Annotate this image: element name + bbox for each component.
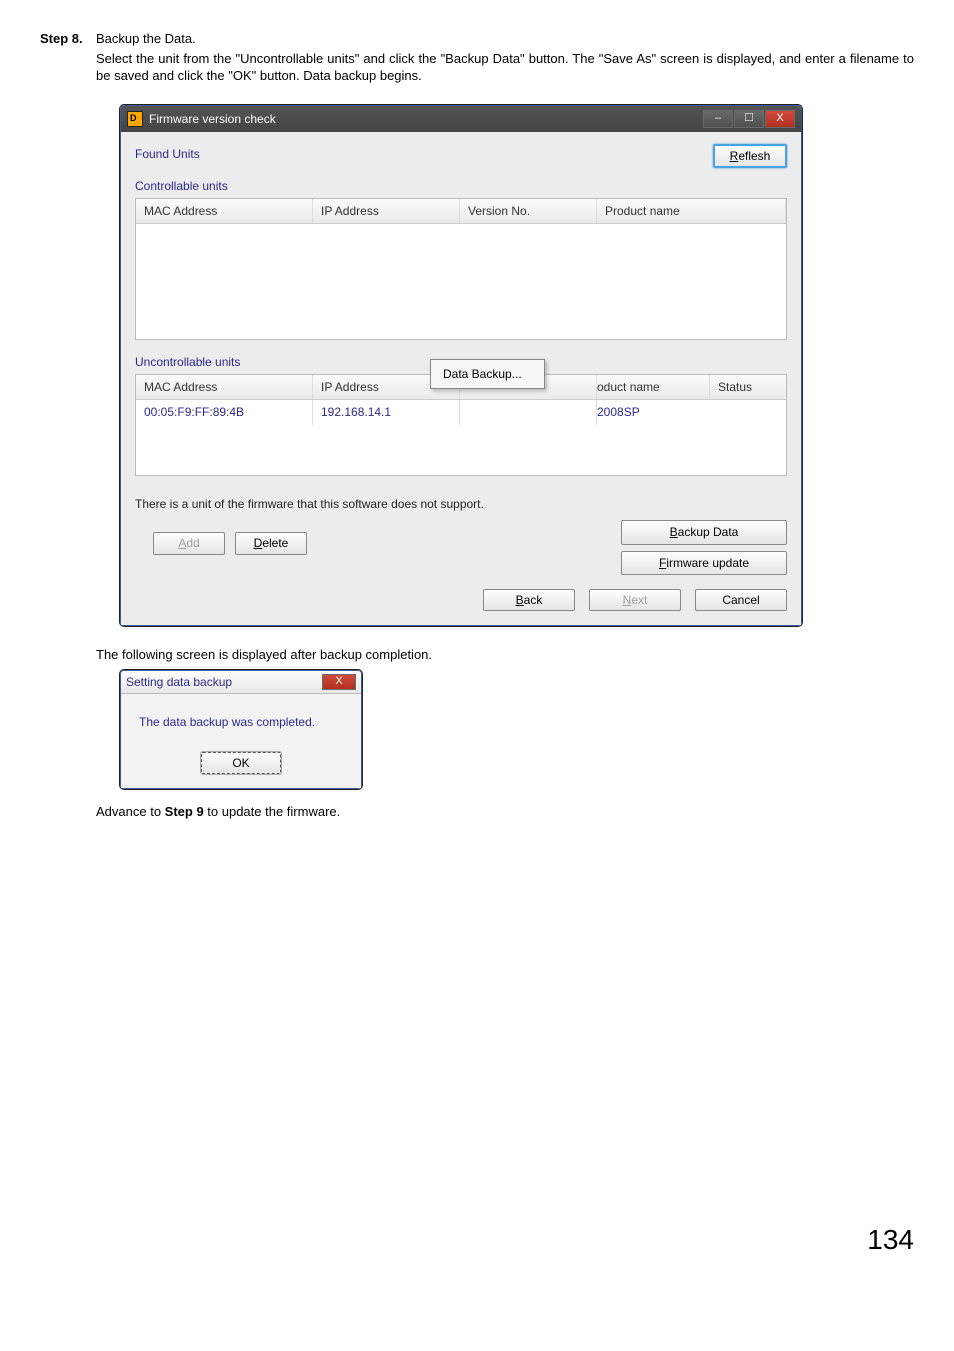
titlebar: Firmware version check – ☐ X <box>121 106 801 132</box>
step-label: Step 8. <box>40 30 96 48</box>
back-button[interactable]: Back <box>483 589 575 611</box>
app-icon <box>127 111 143 127</box>
col-product-2[interactable]: oduct name <box>597 375 710 399</box>
context-menu: Data Backup... <box>430 359 545 389</box>
add-button[interactable]: Add <box>153 532 225 554</box>
dialog-title: Setting data backup <box>126 674 322 690</box>
dialog-message: The data backup was completed. <box>121 694 361 746</box>
col-ip[interactable]: IP Address <box>313 199 460 223</box>
col-product[interactable]: Product name <box>597 199 786 223</box>
delete-button[interactable]: Delete <box>235 532 307 554</box>
window-controls: – ☐ X <box>703 110 795 128</box>
cell-ip: 192.168.14.1 <box>313 400 460 424</box>
cell-ver <box>460 400 597 424</box>
cell-mac: 00:05:F9:FF:89:4B <box>136 400 313 424</box>
dialog-close-button[interactable]: X <box>322 674 356 690</box>
step-line1: Backup the Data. <box>96 31 196 46</box>
found-units-label: Found Units <box>135 146 200 162</box>
cell-status <box>710 400 786 424</box>
firmware-update-button[interactable]: Firmware update <box>621 551 787 575</box>
controllable-label: Controllable units <box>135 178 787 194</box>
controllable-table[interactable]: MAC Address IP Address Version No. Produ… <box>135 198 787 340</box>
dialog-titlebar: Setting data backup X <box>121 671 361 694</box>
after-backup-text: The following screen is displayed after … <box>96 646 914 664</box>
maximize-button[interactable]: ☐ <box>734 110 764 128</box>
window-title: Firmware version check <box>149 111 703 127</box>
backup-data-button[interactable]: Backup Data <box>621 520 787 544</box>
firmware-note: There is a unit of the firmware that thi… <box>135 496 787 512</box>
menu-data-backup[interactable]: Data Backup... <box>433 362 542 386</box>
controllable-header: MAC Address IP Address Version No. Produ… <box>136 199 786 224</box>
col-mac-2[interactable]: MAC Address <box>136 375 313 399</box>
col-mac[interactable]: MAC Address <box>136 199 313 223</box>
table-row[interactable]: 00:05:F9:FF:89:4B 192.168.14.1 2008SP <box>136 400 786 424</box>
reflesh-button[interactable]: Reflesh <box>713 144 787 168</box>
close-button[interactable]: X <box>765 110 795 128</box>
step-paragraph: Select the unit from the "Uncontrollable… <box>96 50 914 85</box>
minimize-button[interactable]: – <box>703 110 733 128</box>
advance-text: Advance to Step 9 to update the firmware… <box>96 803 914 821</box>
col-version[interactable]: Version No. <box>460 199 597 223</box>
cancel-button[interactable]: Cancel <box>695 589 787 611</box>
next-button[interactable]: Next <box>589 589 681 611</box>
col-status[interactable]: Status <box>710 375 786 399</box>
firmware-window: Firmware version check – ☐ X Found Units… <box>120 105 802 626</box>
cell-prod: 2008SP <box>597 400 710 424</box>
completion-dialog: Setting data backup X The data backup wa… <box>120 670 362 790</box>
uncontrollable-table[interactable]: MAC Address IP Address oduct name Status… <box>135 374 787 476</box>
dialog-ok-button[interactable]: OK <box>201 752 280 774</box>
page-number: 134 <box>40 1221 914 1259</box>
